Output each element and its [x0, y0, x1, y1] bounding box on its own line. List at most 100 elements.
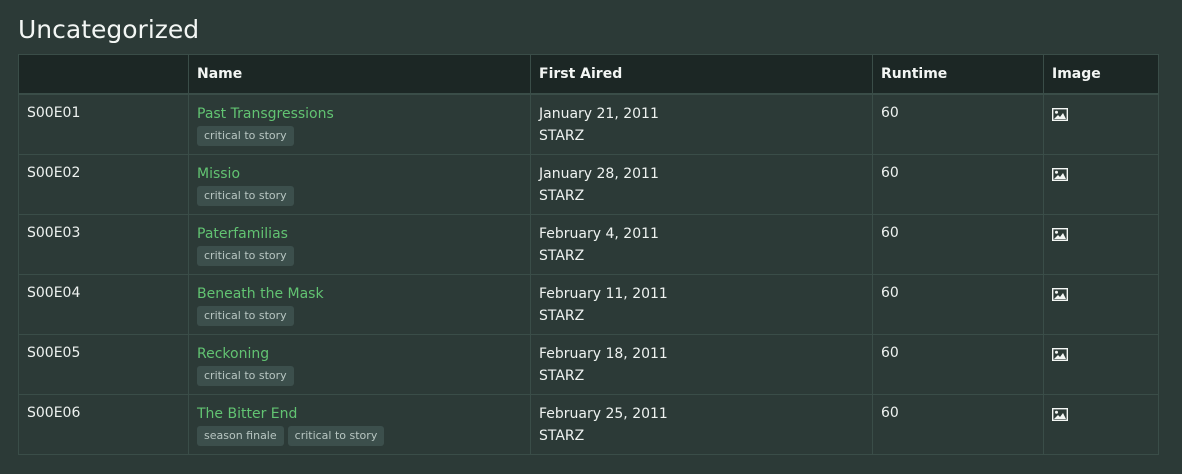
- episode-code: S00E02: [18, 154, 189, 215]
- first-aired-cell: January 21, 2011 STARZ: [530, 93, 873, 155]
- episode-code: S00E06: [18, 394, 189, 455]
- table-row: S00E06 The Bitter End season finale criti…: [18, 394, 1159, 455]
- episode-name-link[interactable]: Past Transgressions: [197, 105, 334, 123]
- episode-code-text: S00E02: [27, 165, 81, 181]
- image-cell: [1043, 154, 1159, 215]
- runtime-cell: 60: [872, 93, 1044, 155]
- runtime-value: 60: [881, 345, 899, 361]
- image-cell: [1043, 394, 1159, 455]
- runtime-value: 60: [881, 105, 899, 121]
- image-link[interactable]: [1052, 408, 1068, 425]
- network-name: STARZ: [539, 308, 585, 324]
- image-link[interactable]: [1052, 228, 1068, 245]
- first-aired-date: February 11, 2011: [539, 286, 668, 302]
- episode-code: S00E04: [18, 274, 189, 335]
- runtime-cell: 60: [872, 154, 1044, 215]
- episode-name-cell: Reckoning critical to story: [188, 334, 531, 395]
- runtime-value: 60: [881, 225, 899, 241]
- image-link[interactable]: [1052, 288, 1068, 305]
- episode-name-cell: Paterfamilias critical to story: [188, 214, 531, 275]
- section-title: Uncategorized: [18, 15, 200, 44]
- episode-code-text: S00E06: [27, 405, 81, 421]
- image-link[interactable]: [1052, 168, 1068, 185]
- episode-code-text: S00E01: [27, 105, 81, 121]
- image-icon: [1052, 228, 1068, 241]
- first-aired-date: February 25, 2011: [539, 406, 668, 422]
- first-aired-date: February 18, 2011: [539, 346, 668, 362]
- episode-code: S00E03: [18, 214, 189, 275]
- image-cell: [1043, 334, 1159, 395]
- episode-name-cell: The Bitter End season finale critical to …: [188, 394, 531, 455]
- episode-code-text: S00E05: [27, 345, 81, 361]
- table-row: S00E05 Reckoning critical to story Febru…: [18, 334, 1159, 395]
- image-cell: [1043, 274, 1159, 335]
- tag-badge: critical to story: [287, 426, 385, 446]
- episode-tags: season finale critical to story: [197, 426, 522, 446]
- network-name: STARZ: [539, 128, 585, 144]
- header-first-aired: First Aired: [530, 54, 873, 95]
- image-icon: [1052, 108, 1068, 121]
- first-aired-cell: February 25, 2011 STARZ: [530, 394, 873, 455]
- image-icon: [1052, 288, 1068, 301]
- network-name: STARZ: [539, 428, 585, 444]
- episode-name-cell: Missio critical to story: [188, 154, 531, 215]
- network-name: STARZ: [539, 248, 585, 264]
- runtime-cell: 60: [872, 394, 1044, 455]
- first-aired-cell: February 11, 2011 STARZ: [530, 274, 873, 335]
- tag-badge: critical to story: [197, 366, 294, 386]
- header-episode: [18, 54, 189, 95]
- table-row: S00E03 Paterfamilias critical to story F…: [18, 214, 1159, 275]
- runtime-cell: 60: [872, 274, 1044, 335]
- episode-tags: critical to story: [197, 126, 522, 146]
- image-icon: [1052, 408, 1068, 421]
- tag-badge: critical to story: [197, 246, 294, 266]
- episode-name-link[interactable]: Paterfamilias: [197, 225, 288, 243]
- image-icon: [1052, 348, 1068, 361]
- episode-name-link[interactable]: Beneath the Mask: [197, 285, 324, 303]
- episode-code-text: S00E04: [27, 285, 81, 301]
- episode-name-link[interactable]: The Bitter End: [197, 405, 297, 423]
- image-icon: [1052, 168, 1068, 181]
- image-link[interactable]: [1052, 348, 1068, 365]
- episode-name-link[interactable]: Reckoning: [197, 345, 269, 363]
- episode-tags: critical to story: [197, 306, 522, 326]
- runtime-value: 60: [881, 405, 899, 421]
- table-row: S00E01 Past Transgressions critical to s…: [18, 93, 1159, 155]
- table-row: S00E02 Missio critical to story January …: [18, 154, 1159, 215]
- tag-badge: critical to story: [197, 126, 294, 146]
- network-name: STARZ: [539, 368, 585, 384]
- episodes-table: Name First Aired Runtime Image S00E01 Pa…: [18, 54, 1159, 455]
- image-link[interactable]: [1052, 108, 1068, 125]
- first-aired-date: January 21, 2011: [539, 106, 659, 122]
- first-aired-date: February 4, 2011: [539, 226, 659, 242]
- episode-name-cell: Past Transgressions critical to story: [188, 93, 531, 155]
- episode-tags: critical to story: [197, 186, 522, 206]
- episode-code: S00E05: [18, 334, 189, 395]
- first-aired-cell: February 4, 2011 STARZ: [530, 214, 873, 275]
- runtime-value: 60: [881, 285, 899, 301]
- episode-name-link[interactable]: Missio: [197, 165, 240, 183]
- tag-badge: critical to story: [197, 186, 294, 206]
- first-aired-date: January 28, 2011: [539, 166, 659, 182]
- header-image: Image: [1043, 54, 1159, 95]
- episode-list-section: Uncategorized Name First Aired Runtime I…: [0, 0, 1182, 455]
- tag-badge: critical to story: [197, 306, 294, 326]
- tag-badge: season finale: [197, 426, 284, 446]
- network-name: STARZ: [539, 188, 585, 204]
- table-row: S00E04 Beneath the Mask critical to stor…: [18, 274, 1159, 335]
- runtime-cell: 60: [872, 214, 1044, 275]
- episode-tags: critical to story: [197, 246, 522, 266]
- runtime-cell: 60: [872, 334, 1044, 395]
- table-header-row: Name First Aired Runtime Image: [18, 54, 1159, 95]
- header-runtime: Runtime: [872, 54, 1044, 95]
- episode-name-cell: Beneath the Mask critical to story: [188, 274, 531, 335]
- header-name: Name: [188, 54, 531, 95]
- first-aired-cell: January 28, 2011 STARZ: [530, 154, 873, 215]
- episode-code-text: S00E03: [27, 225, 81, 241]
- episode-tags: critical to story: [197, 366, 522, 386]
- runtime-value: 60: [881, 165, 899, 181]
- episode-code: S00E01: [18, 93, 189, 155]
- image-cell: [1043, 214, 1159, 275]
- first-aired-cell: February 18, 2011 STARZ: [530, 334, 873, 395]
- image-cell: [1043, 93, 1159, 155]
